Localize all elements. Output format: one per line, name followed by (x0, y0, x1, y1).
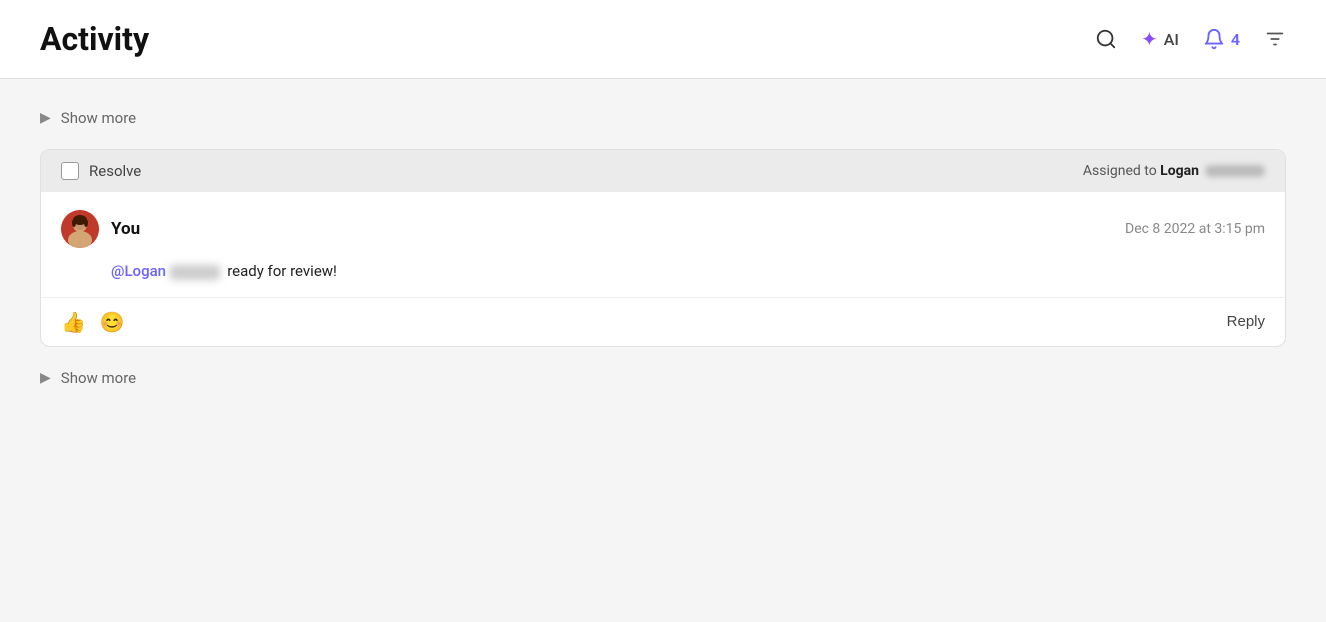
page-title: Activity (40, 20, 149, 58)
show-more-bottom-label: Show more (61, 369, 136, 387)
content: ▶ Show more Resolve Assigned to Logan (0, 79, 1326, 417)
comment-footer: 👍 😊 Reply (41, 297, 1285, 346)
message-suffix: ready for review! (227, 262, 337, 280)
header-actions: ✦ AI 4 (1095, 27, 1286, 51)
emoji-add-button[interactable]: 😊 (100, 310, 125, 334)
chevron-right-icon: ▶ (40, 110, 51, 126)
resolve-checkbox[interactable] (61, 162, 79, 180)
comment-body: You Dec 8 2022 at 3:15 pm @Logan ready f… (41, 192, 1285, 297)
header: Activity ✦ AI 4 (0, 0, 1326, 79)
assigned-prefix: Assigned to (1083, 163, 1157, 179)
filter-button[interactable] (1264, 28, 1286, 50)
comment-card: Resolve Assigned to Logan (40, 149, 1286, 347)
ai-label: AI (1164, 30, 1179, 49)
comment-header: You Dec 8 2022 at 3:15 pm (61, 210, 1265, 248)
resolve-left: Resolve (61, 162, 141, 180)
reply-button[interactable]: Reply (1227, 313, 1265, 330)
ai-button[interactable]: ✦ AI (1141, 27, 1179, 51)
comment-author: You (61, 210, 140, 248)
assigned-avatar-blurred (1205, 165, 1265, 177)
comment-text: @Logan ready for review! (61, 260, 1265, 283)
footer-actions: 👍 😊 (61, 310, 125, 334)
blurred-word (170, 265, 220, 280)
comment-timestamp: Dec 8 2022 at 3:15 pm (1125, 221, 1265, 237)
show-more-top[interactable]: ▶ Show more (40, 99, 1286, 137)
assigned-text: Assigned to Logan (1083, 163, 1199, 179)
assigned-name: Logan (1160, 163, 1199, 179)
search-button[interactable] (1095, 28, 1117, 50)
show-more-top-label: Show more (61, 109, 136, 127)
notification-count: 4 (1231, 30, 1240, 49)
show-more-bottom[interactable]: ▶ Show more (40, 359, 1286, 397)
resolve-label: Resolve (89, 162, 141, 180)
resolve-bar: Resolve Assigned to Logan (41, 150, 1285, 192)
chevron-right-icon-bottom: ▶ (40, 370, 51, 386)
sparkle-icon: ✦ (1141, 27, 1158, 51)
notifications-button[interactable]: 4 (1203, 28, 1240, 50)
assigned-info: Assigned to Logan (1083, 163, 1265, 179)
thumbs-up-button[interactable]: 👍 (61, 310, 86, 334)
avatar (61, 210, 99, 248)
author-name: You (111, 219, 140, 239)
mention-tag: @Logan (111, 262, 166, 280)
